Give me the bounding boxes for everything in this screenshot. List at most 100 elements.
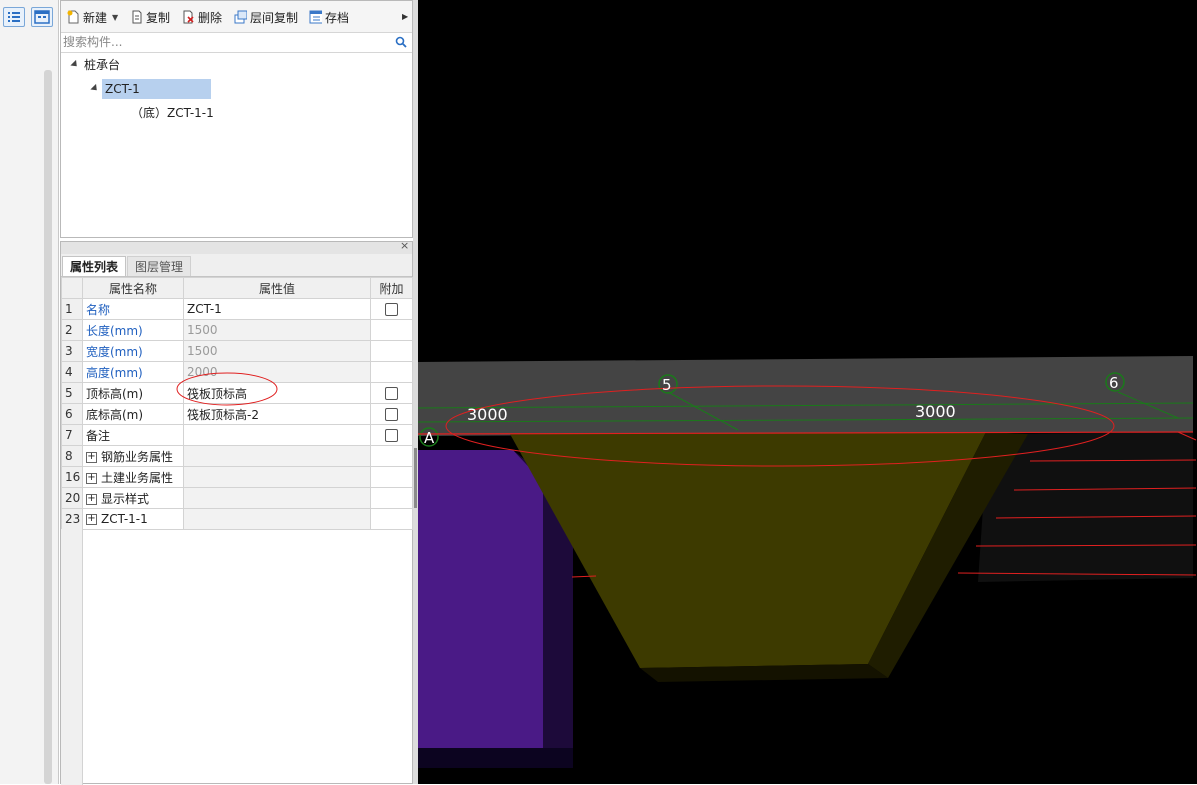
more-chevron-icon[interactable]: ▶	[402, 12, 408, 21]
property-name: 显示样式	[101, 491, 150, 506]
property-name: 土建业务属性	[101, 470, 174, 485]
search-bar	[61, 33, 412, 53]
property-name: 名称	[82, 298, 184, 320]
table-row: 2 长度(mm) 1500	[61, 319, 413, 341]
property-group[interactable]: + ZCT-1-1	[82, 508, 184, 530]
search-input[interactable]	[63, 34, 383, 50]
row-number: 4	[61, 361, 83, 383]
extra-cell	[370, 319, 413, 341]
copy-button[interactable]: 复制	[130, 9, 170, 25]
expand-plus-icon[interactable]: +	[86, 472, 97, 484]
property-group[interactable]: + 钢筋业务属性	[82, 445, 184, 467]
new-button[interactable]: 新建 ▼	[67, 9, 118, 25]
expand-arrow-icon[interactable]	[70, 59, 80, 70]
close-icon[interactable]: ×	[400, 239, 409, 252]
axis-label-6: 6	[1109, 374, 1119, 392]
table-row: 23 + ZCT-1-1	[61, 508, 413, 530]
panel-view-button[interactable]	[31, 7, 53, 27]
row-number: 6	[61, 403, 83, 425]
property-group[interactable]: + 显示样式	[82, 487, 184, 509]
extra-cell	[370, 340, 413, 362]
row-number-column-fill	[61, 529, 83, 785]
column-bottom-shadow	[418, 748, 573, 768]
row-number: 7	[61, 424, 83, 446]
save-label: 存档	[325, 10, 350, 25]
list-view-button[interactable]	[3, 7, 25, 27]
extra-cell	[370, 382, 413, 404]
floor-copy-icon	[234, 10, 247, 24]
tab-layer-management[interactable]: 图层管理	[127, 256, 192, 276]
splitter-grip[interactable]	[414, 448, 417, 508]
scrollbar[interactable]	[44, 70, 52, 784]
window-icon	[34, 10, 50, 24]
panel-header: ×	[61, 239, 412, 254]
tree-node-label: 桩承台	[84, 58, 121, 72]
chevron-down-icon: ▼	[112, 12, 119, 22]
table-row: 7 备注	[61, 424, 413, 446]
left-strip	[0, 0, 59, 784]
expand-arrow-icon[interactable]	[90, 83, 100, 94]
copy-label: 复制	[146, 10, 171, 25]
floor-copy-label: 层间复制	[250, 10, 299, 25]
expand-plus-icon[interactable]: +	[86, 451, 97, 463]
extra-cell	[370, 298, 413, 320]
property-value: 1500	[183, 340, 371, 362]
extra-checkbox[interactable]	[385, 429, 398, 442]
annotation-ellipse	[176, 372, 278, 406]
tree-node-zct-1[interactable]: ZCT-1	[89, 79, 271, 99]
property-name: 宽度(mm)	[82, 340, 184, 362]
property-value	[183, 445, 371, 467]
property-value	[183, 508, 371, 530]
table-row: 3 宽度(mm) 1500	[61, 340, 413, 362]
expand-plus-icon[interactable]: +	[86, 493, 97, 505]
property-value	[183, 466, 371, 488]
tree-node-label: （底）ZCT-1-1	[131, 106, 214, 120]
property-name: 高度(mm)	[82, 361, 184, 383]
row-number: 3	[61, 340, 83, 362]
column-header-name: 属性名称	[82, 277, 184, 299]
tree-node-label-selected: ZCT-1	[102, 79, 211, 99]
tree-node-zct-1-1[interactable]: （底）ZCT-1-1	[131, 103, 214, 123]
property-value[interactable]: ZCT-1	[183, 298, 371, 320]
search-icon[interactable]	[395, 36, 407, 48]
table-row: 16 + 土建业务属性	[61, 466, 413, 488]
expand-plus-icon[interactable]: +	[86, 514, 97, 525]
extra-cell	[370, 487, 413, 509]
tab-property-list[interactable]: 属性列表	[62, 256, 127, 276]
save-button[interactable]: 存档	[309, 9, 349, 25]
pile-cap-front-face	[510, 432, 986, 668]
table-row: 1 名称 ZCT-1	[61, 298, 413, 320]
floor-copy-button[interactable]: 层间复制	[234, 9, 298, 25]
axis-label-5: 5	[662, 376, 672, 394]
row-number: 16	[61, 466, 83, 488]
delete-icon	[183, 10, 194, 24]
slab-top-face	[418, 356, 1193, 436]
extra-checkbox[interactable]	[385, 408, 398, 421]
archive-icon	[309, 10, 322, 24]
table-row: 20 + 显示样式	[61, 487, 413, 509]
row-number: 1	[61, 298, 83, 320]
property-value[interactable]	[183, 424, 371, 446]
new-label: 新建	[83, 10, 108, 25]
extra-checkbox[interactable]	[385, 303, 398, 316]
3d-viewport[interactable]: 3000 3000 5 6 A	[418, 0, 1197, 784]
column-face	[418, 450, 543, 748]
row-number: 5	[61, 382, 83, 404]
extra-checkbox[interactable]	[385, 387, 398, 400]
row-number: 8	[61, 445, 83, 467]
properties-panel: × 属性列表 图层管理 属性名称 属性值 附加 1 名称 ZCT-1 2 长度(…	[60, 239, 413, 785]
property-group[interactable]: + 土建业务属性	[82, 466, 184, 488]
new-file-icon	[67, 10, 79, 24]
extra-cell	[370, 466, 413, 488]
copy-icon	[132, 10, 142, 24]
row-number: 20	[61, 487, 83, 509]
property-tabs: 属性列表 图层管理	[61, 254, 412, 277]
delete-button[interactable]: 删除	[182, 9, 222, 25]
row-number: 2	[61, 319, 83, 341]
row-number: 23	[61, 508, 83, 530]
property-name: 钢筋业务属性	[101, 449, 174, 464]
property-name: 备注	[82, 424, 184, 446]
dimension-label-right: 3000	[915, 402, 956, 421]
column-header-extra: 附加	[370, 277, 413, 299]
property-name: ZCT-1-1	[101, 512, 148, 526]
